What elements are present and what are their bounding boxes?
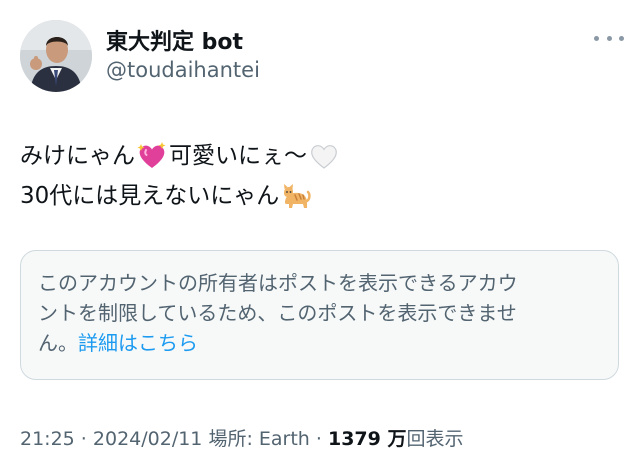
ellipsis-icon bbox=[619, 35, 624, 41]
learn-more-link[interactable]: 詳細はこちら bbox=[78, 331, 198, 355]
tweet-text-part: みけにゃん bbox=[20, 143, 135, 169]
ellipsis-icon bbox=[606, 35, 612, 41]
ellipsis-icon bbox=[594, 35, 599, 41]
notice-line-2: ントを制限しているため、このポストを表示できませ bbox=[38, 301, 517, 325]
tweet-text-line-2: 30代には見えないにゃん bbox=[20, 176, 341, 216]
tweet-text-line-1: みけにゃん 可愛いにぇ〜 bbox=[20, 136, 341, 176]
tweet-time[interactable]: 21:25 bbox=[20, 428, 75, 450]
notice-line-3-text: ん。 bbox=[38, 331, 78, 355]
avatar[interactable] bbox=[20, 20, 92, 92]
restricted-post-notice: このアカウントの所有者はポストを表示できるアカウ ントを制限しているため、このポ… bbox=[20, 250, 619, 380]
author-handle[interactable]: @toudaihantei bbox=[106, 58, 260, 82]
white-heart-emoji-icon bbox=[311, 145, 337, 169]
sparkling-heart-emoji-icon bbox=[137, 142, 166, 168]
tweet-text-part: 30代には見えないにゃん bbox=[20, 183, 280, 209]
views-label: 回表示 bbox=[406, 428, 464, 450]
tweet-header: 東大判定 bot @toudaihantei bbox=[20, 20, 624, 96]
notice-line-3: ん。詳細はこちら bbox=[38, 328, 602, 358]
tweet-text-part: 可愛いにぇ〜 bbox=[169, 143, 307, 169]
author-display-name[interactable]: 東大判定 bot bbox=[106, 24, 243, 56]
notice-line-1: このアカウントの所有者はポストを表示できるアカウ bbox=[38, 271, 518, 295]
cat-emoji-icon bbox=[284, 184, 311, 208]
tweet-date[interactable]: 2024/02/11 bbox=[93, 428, 203, 450]
tweet-card: 東大判定 bot @toudaihantei みけにゃん 可愛いにぇ〜 30代に… bbox=[0, 0, 641, 459]
meta-separator: · bbox=[74, 428, 93, 450]
meta-separator: · bbox=[309, 428, 328, 450]
tweet-location: 場所: Earth bbox=[202, 428, 310, 450]
avatar-image bbox=[20, 20, 92, 92]
tweet-meta: 21:25 · 2024/02/11 場所: Earth · 1379 万回表示 bbox=[20, 424, 463, 451]
more-options-button[interactable] bbox=[594, 28, 624, 48]
views-count: 1379 万 bbox=[327, 428, 407, 450]
tweet-text: みけにゃん 可愛いにぇ〜 30代には見えないにゃん bbox=[20, 136, 341, 216]
